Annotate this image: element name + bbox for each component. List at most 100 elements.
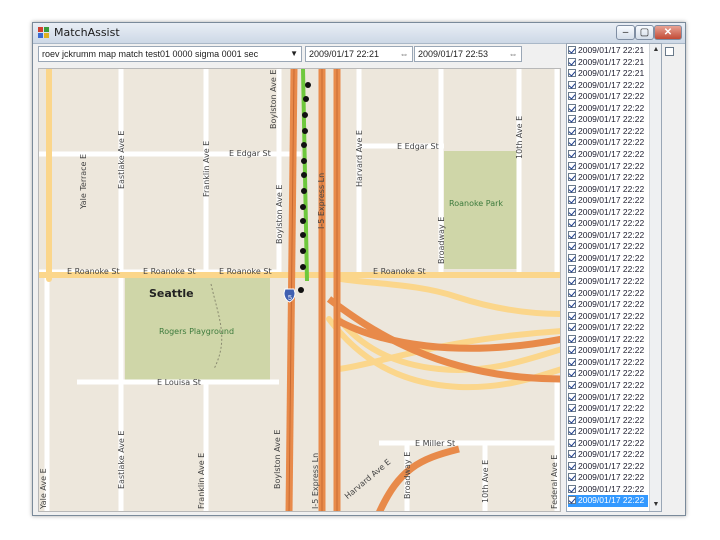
timestamp-label: 2009/01/17 22:22	[578, 460, 645, 471]
checkbox[interactable]	[568, 57, 576, 66]
checkbox[interactable]	[568, 149, 576, 158]
scroll-down-icon[interactable]: ▼	[650, 499, 661, 511]
list-item[interactable]: 2009/01/17 22:22	[568, 114, 648, 126]
list-item[interactable]: 2009/01/17 22:22	[568, 495, 648, 507]
checkbox[interactable]	[568, 346, 576, 355]
calendar-icon[interactable]: ⇔	[507, 48, 519, 60]
checkbox[interactable]	[568, 161, 576, 170]
title-bar[interactable]: MatchAssist – ▢ ✕	[33, 23, 685, 44]
tenth-ave-e-label: 10th Ave E	[481, 459, 490, 503]
checkbox[interactable]	[568, 473, 576, 482]
trip-select[interactable]: roev jckrumm map match test01 0000 sigma…	[38, 46, 302, 62]
checkbox[interactable]	[568, 69, 576, 78]
checkbox[interactable]	[568, 196, 576, 205]
list-item[interactable]: 2009/01/17 22:22	[568, 415, 648, 427]
checkbox[interactable]	[568, 427, 576, 436]
checkbox[interactable]	[568, 253, 576, 262]
list-item[interactable]: 2009/01/17 22:22	[568, 368, 648, 380]
list-item[interactable]: 2009/01/17 22:22	[568, 449, 648, 461]
list-item[interactable]: 2009/01/17 22:22	[568, 311, 648, 323]
checkbox[interactable]	[568, 415, 576, 424]
list-item[interactable]: 2009/01/17 22:22	[568, 80, 648, 92]
list-item[interactable]: 2009/01/17 22:21	[568, 57, 648, 69]
federal-ave-e-label: Federal Ave E	[550, 454, 559, 509]
list-item[interactable]: 2009/01/17 22:22	[568, 149, 648, 161]
list-item[interactable]: 2009/01/17 22:22	[568, 357, 648, 369]
list-item[interactable]: 2009/01/17 22:22	[568, 472, 648, 484]
checkbox[interactable]	[568, 334, 576, 343]
checkbox[interactable]	[568, 300, 576, 309]
list-item[interactable]: 2009/01/17 22:22	[568, 484, 648, 496]
list-item[interactable]: 2009/01/17 22:21	[568, 68, 648, 80]
end-date-field[interactable]: 2009/01/17 22:53 ⇔	[414, 46, 522, 62]
timestamp-label: 2009/01/17 22:22	[578, 368, 645, 379]
chevron-down-icon[interactable]: ▼	[290, 47, 298, 61]
option-checkbox[interactable]	[665, 47, 674, 56]
list-item[interactable]: 2009/01/17 22:22	[568, 253, 648, 265]
checkbox[interactable]	[568, 461, 576, 470]
timestamp-list[interactable]: 2009/01/17 22:21 2009/01/17 22:21 2009/01/…	[566, 43, 662, 512]
list-item[interactable]: 2009/01/17 22:22	[568, 241, 648, 253]
checkbox[interactable]	[568, 207, 576, 216]
list-item[interactable]: 2009/01/17 22:22	[568, 230, 648, 242]
checkbox[interactable]	[568, 138, 576, 147]
checkbox[interactable]	[568, 450, 576, 459]
checkbox[interactable]	[568, 288, 576, 297]
list-item[interactable]: 2009/01/17 22:22	[568, 380, 648, 392]
checkbox[interactable]	[568, 115, 576, 124]
map-view[interactable]: 5 Seattle Rogers Playground Roanoke Park…	[38, 68, 561, 512]
checkbox[interactable]	[568, 230, 576, 239]
checkbox[interactable]	[568, 369, 576, 378]
list-item[interactable]: 2009/01/17 22:22	[568, 161, 648, 173]
list-item[interactable]: 2009/01/17 22:22	[568, 438, 648, 450]
checkbox[interactable]	[568, 265, 576, 274]
checkbox[interactable]	[568, 92, 576, 101]
checkbox[interactable]	[568, 380, 576, 389]
checkbox[interactable]	[568, 357, 576, 366]
scroll-up-icon[interactable]: ▲	[650, 44, 661, 56]
list-item[interactable]: 2009/01/17 22:22	[568, 334, 648, 346]
checkbox[interactable]	[568, 184, 576, 193]
checkbox[interactable]	[568, 323, 576, 332]
list-item[interactable]: 2009/01/17 22:22	[568, 264, 648, 276]
close-button[interactable]: ✕	[654, 25, 682, 40]
calendar-icon[interactable]: ⇔	[398, 48, 410, 60]
list-item[interactable]: 2009/01/17 22:22	[568, 322, 648, 334]
checkbox[interactable]	[568, 103, 576, 112]
list-item[interactable]: 2009/01/17 22:22	[568, 403, 648, 415]
list-item[interactable]: 2009/01/17 22:22	[568, 392, 648, 404]
checkbox[interactable]	[568, 46, 576, 54]
list-item[interactable]: 2009/01/17 22:22	[568, 137, 648, 149]
checkbox[interactable]	[568, 496, 576, 505]
list-item[interactable]: 2009/01/17 22:22	[568, 91, 648, 103]
list-item[interactable]: 2009/01/17 22:22	[568, 207, 648, 219]
checkbox[interactable]	[568, 484, 576, 493]
list-item[interactable]: 2009/01/17 22:22	[568, 184, 648, 196]
list-item[interactable]: 2009/01/17 22:21	[568, 45, 648, 57]
list-item[interactable]: 2009/01/17 22:22	[568, 103, 648, 115]
list-item[interactable]: 2009/01/17 22:22	[568, 172, 648, 184]
checkbox[interactable]	[568, 311, 576, 320]
checkbox[interactable]	[568, 438, 576, 447]
checkbox[interactable]	[568, 219, 576, 228]
list-scrollbar[interactable]: ▲ ▼	[649, 44, 661, 511]
list-item[interactable]: 2009/01/17 22:22	[568, 218, 648, 230]
checkbox[interactable]	[568, 173, 576, 182]
checkbox[interactable]	[568, 126, 576, 135]
list-item[interactable]: 2009/01/17 22:22	[568, 276, 648, 288]
list-item[interactable]: 2009/01/17 22:22	[568, 195, 648, 207]
checkbox[interactable]	[568, 404, 576, 413]
start-date-field[interactable]: 2009/01/17 22:21 ⇔	[305, 46, 413, 62]
checkbox[interactable]	[568, 242, 576, 251]
list-item[interactable]: 2009/01/17 22:22	[568, 461, 648, 473]
list-item[interactable]: 2009/01/17 22:22	[568, 426, 648, 438]
minimize-button[interactable]: –	[616, 25, 635, 40]
checkbox[interactable]	[568, 277, 576, 285]
list-item[interactable]: 2009/01/17 22:22	[568, 126, 648, 138]
maximize-button[interactable]: ▢	[635, 25, 654, 40]
list-item[interactable]: 2009/01/17 22:22	[568, 288, 648, 300]
checkbox[interactable]	[568, 392, 576, 401]
list-item[interactable]: 2009/01/17 22:22	[568, 345, 648, 357]
list-item[interactable]: 2009/01/17 22:22	[568, 299, 648, 311]
checkbox[interactable]	[568, 80, 576, 89]
